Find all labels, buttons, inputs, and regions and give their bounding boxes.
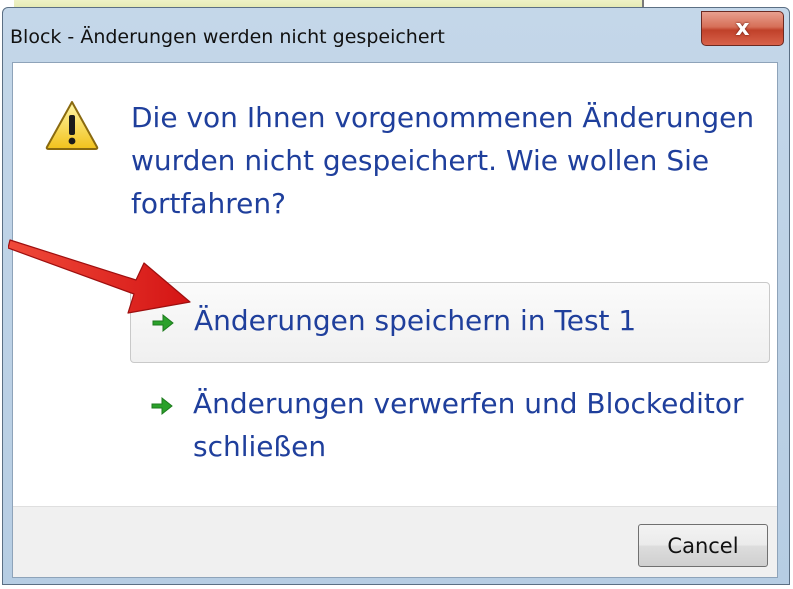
warning-icon xyxy=(45,101,99,150)
close-icon: x xyxy=(735,16,750,41)
main-instruction: Die von Ihnen vorgenommenen Änderungen w… xyxy=(131,101,755,220)
dialog-footer: Cancel xyxy=(13,506,777,577)
green-arrow-icon xyxy=(151,396,173,416)
discard-changes-label: Änderungen verwerfen und Blockeditor sch… xyxy=(193,387,744,463)
window-title: Block - Änderungen werden nicht gespeich… xyxy=(10,26,445,48)
close-button[interactable]: x xyxy=(701,11,784,46)
title-bar[interactable]: Block - Änderungen werden nicht gespeich… xyxy=(3,8,789,69)
dialog-content: Die von Ihnen vorgenommenen Änderungen w… xyxy=(12,62,778,578)
cancel-button[interactable]: Cancel xyxy=(638,524,768,567)
discard-changes-command[interactable]: Änderungen verwerfen und Blockeditor sch… xyxy=(130,373,770,483)
save-changes-label: Änderungen speichern in Test 1 xyxy=(194,304,637,337)
save-changes-command[interactable]: Änderungen speichern in Test 1 xyxy=(130,282,770,363)
red-pointer-arrow xyxy=(8,239,191,314)
